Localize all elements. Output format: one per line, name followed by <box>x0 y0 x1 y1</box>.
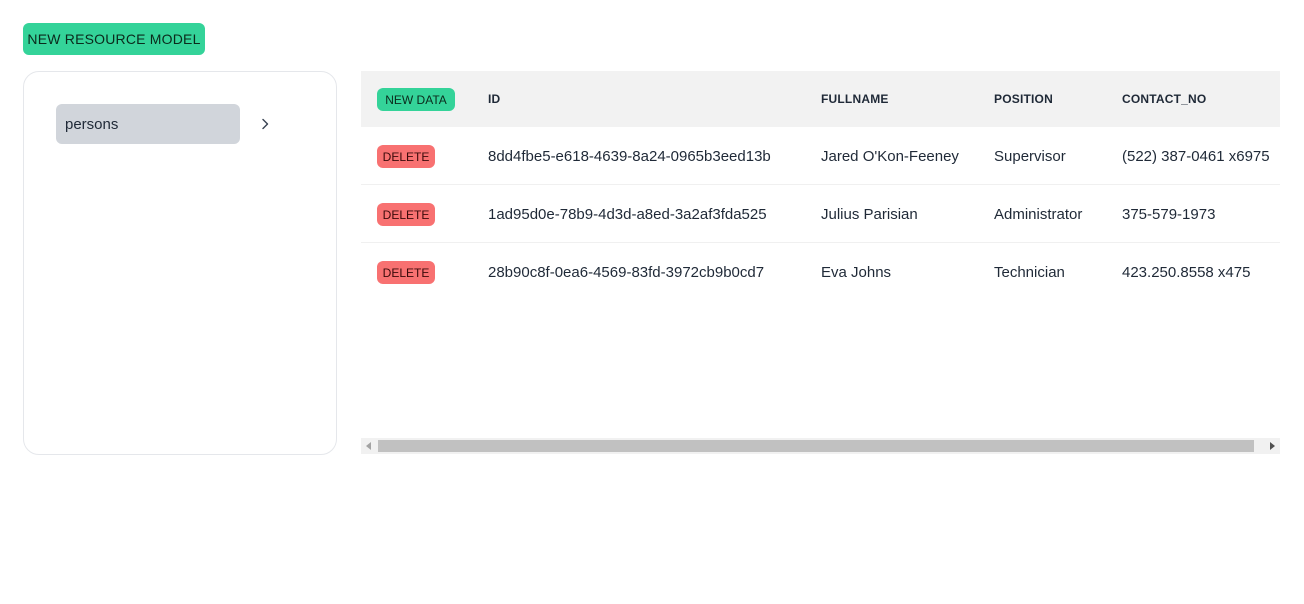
sidebar-item-persons[interactable]: persons <box>56 104 240 144</box>
new-data-button[interactable]: NEW DATA <box>377 88 455 111</box>
scrollbar-thumb[interactable] <box>378 440 1254 452</box>
table-header: NEW DATA ID FULLNAME POSITION CONTACT_NO <box>361 71 1280 127</box>
delete-button[interactable]: DELETE <box>377 261 435 284</box>
cell-id: 8dd4fbe5-e618-4639-8a24-0965b3eed13b <box>488 147 771 165</box>
table-row: DELETE 1ad95d0e-78b9-4d3d-a8ed-3a2af3fda… <box>361 185 1280 243</box>
delete-button[interactable]: DELETE <box>377 145 435 168</box>
column-header-fullname: FULLNAME <box>821 92 889 106</box>
delete-button[interactable]: DELETE <box>377 203 435 226</box>
cell-fullname: Jared O'Kon-Feeney <box>821 147 959 165</box>
cell-id: 1ad95d0e-78b9-4d3d-a8ed-3a2af3fda525 <box>488 205 767 223</box>
new-resource-model-button[interactable]: NEW RESOURCE MODEL <box>23 23 205 55</box>
cell-position: Supervisor <box>994 147 1066 165</box>
data-table: NEW DATA ID FULLNAME POSITION CONTACT_NO… <box>361 71 1280 455</box>
cell-contact-no: 423.250.8558 x475 <box>1122 263 1251 281</box>
table-row: DELETE 28b90c8f-0ea6-4569-83fd-3972cb9b0… <box>361 243 1280 301</box>
horizontal-scrollbar[interactable] <box>361 438 1280 454</box>
cell-fullname: Eva Johns <box>821 263 892 281</box>
cell-position: Administrator <box>994 205 1083 223</box>
cell-id: 28b90c8f-0ea6-4569-83fd-3972cb9b0cd7 <box>488 263 765 281</box>
cell-fullname: Julius Parisian <box>821 205 918 223</box>
chevron-right-icon[interactable] <box>258 116 272 132</box>
triangle-right-icon[interactable] <box>1264 438 1280 454</box>
cell-position: Technician <box>994 263 1065 281</box>
cell-contact-no: 375-579-1973 <box>1122 205 1216 223</box>
column-header-position: POSITION <box>994 92 1053 106</box>
column-header-id: ID <box>488 92 501 106</box>
column-header-contact-no: CONTACT_NO <box>1122 92 1207 106</box>
table-row: DELETE 8dd4fbe5-e618-4639-8a24-0965b3eed… <box>361 127 1280 185</box>
resource-sidebar: persons <box>23 71 337 455</box>
sidebar-item-label: persons <box>65 115 119 133</box>
cell-contact-no: (522) 387-0461 x6975 <box>1122 147 1270 165</box>
triangle-left-icon[interactable] <box>361 438 377 454</box>
